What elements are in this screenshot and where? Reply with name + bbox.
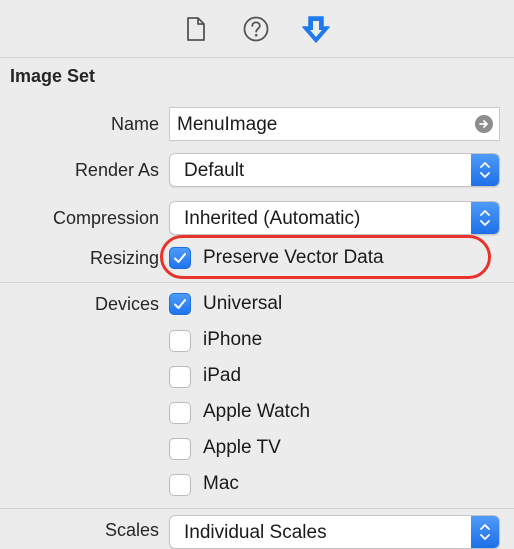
devices-label: Devices xyxy=(94,294,159,314)
device-checkbox-iphone[interactable] xyxy=(169,330,191,352)
render-as-popup[interactable]: Default xyxy=(169,153,500,187)
device-label-universal[interactable]: Universal xyxy=(203,293,282,315)
checkmark-icon xyxy=(174,299,186,309)
device-label-ipad[interactable]: iPad xyxy=(203,365,241,387)
file-inspector-icon[interactable] xyxy=(179,12,213,46)
resizing-label: Resizing xyxy=(89,248,159,268)
scales-popup[interactable]: Individual Scales xyxy=(169,515,500,549)
scales-value: Individual Scales xyxy=(184,522,327,543)
device-checkbox-apple-tv[interactable] xyxy=(169,438,191,460)
chevron-updown-icon xyxy=(471,516,499,548)
highlight-annotation xyxy=(160,235,491,279)
render-as-label: Render As xyxy=(74,160,159,180)
section-divider xyxy=(0,508,514,509)
attributes-inspector-icon[interactable] xyxy=(299,12,333,46)
name-label: Name xyxy=(110,114,159,134)
compression-value: Inherited (Automatic) xyxy=(184,208,361,229)
device-label-apple-watch[interactable]: Apple Watch xyxy=(203,401,310,423)
render-as-value: Default xyxy=(184,160,245,181)
section-title: Image Set xyxy=(10,66,96,86)
chevron-updown-icon xyxy=(471,154,499,186)
device-checkbox-mac[interactable] xyxy=(169,474,191,496)
compression-label: Compression xyxy=(52,208,159,228)
toolbar-divider xyxy=(0,57,514,58)
quick-help-icon[interactable] xyxy=(239,12,273,46)
device-checkbox-universal[interactable] xyxy=(169,293,191,315)
inspector-toolbar xyxy=(0,0,514,57)
scales-label: Scales xyxy=(104,520,159,540)
name-field[interactable]: MenuImage xyxy=(169,107,500,141)
device-label-apple-tv[interactable]: Apple TV xyxy=(203,437,281,459)
section-divider xyxy=(0,282,514,283)
compression-popup[interactable]: Inherited (Automatic) xyxy=(169,201,500,235)
arrow-right-circle-icon[interactable] xyxy=(475,115,493,133)
name-field-value: MenuImage xyxy=(177,114,278,135)
device-checkbox-ipad[interactable] xyxy=(169,366,191,388)
device-label-mac[interactable]: Mac xyxy=(203,473,239,495)
chevron-updown-icon xyxy=(471,202,499,234)
device-label-iphone[interactable]: iPhone xyxy=(203,329,262,351)
device-checkbox-apple-watch[interactable] xyxy=(169,402,191,424)
